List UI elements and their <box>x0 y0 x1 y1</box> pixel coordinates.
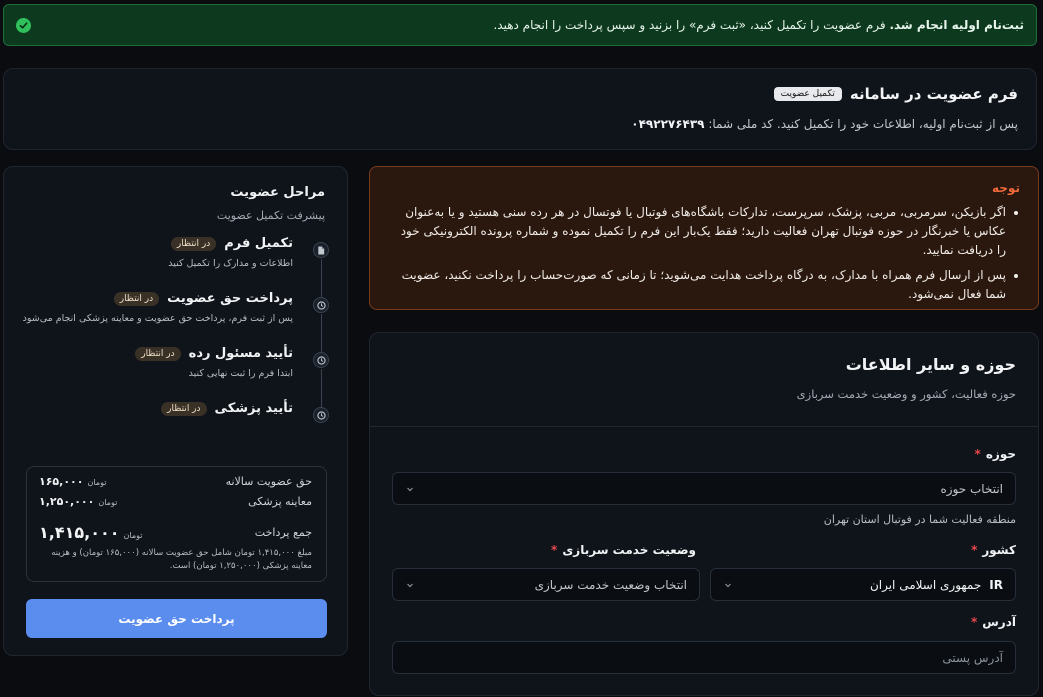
country-label: کشور * <box>971 543 1016 557</box>
annual-fee-row: حق عضویت سالانه ۱۶۵,۰۰۰ تومان <box>39 475 312 488</box>
payment-note: مبلغ ۱,۴۱۵,۰۰۰ تومان شامل حق عضویت سالان… <box>51 548 312 571</box>
zone-hint: منطقه فعالیت شما در فوتبال استان تهران <box>823 513 1016 526</box>
annual-fee-amount: ۱۶۵,۰۰۰ تومان <box>39 475 106 488</box>
medical-fee-amount: ۱,۲۵۰,۰۰۰ تومان <box>39 495 117 508</box>
steps-subtitle: پیشرفت تکمیل عضویت <box>216 209 325 222</box>
country-code: IR <box>989 577 1003 592</box>
warning-title: توجه <box>992 181 1020 195</box>
steps-connector <box>321 369 322 411</box>
success-alert-message: فرم عضویت را تکمیل کنید، «ثبت فرم» را بز… <box>493 18 890 32</box>
clock-icon <box>313 407 329 423</box>
military-service-select[interactable]: انتخاب وضعیت خدمت سربازی <box>392 568 700 601</box>
zone-select-value: انتخاب حوزه <box>940 481 1003 496</box>
zone-label: حوزه * <box>975 447 1016 461</box>
warning-box: توجه اگر بازیکن، سرمربی، مربی، پزشک، سرپ… <box>369 166 1039 310</box>
steps-connector <box>321 314 322 356</box>
step-description: پس از ثبت فرم، پرداخت حق عضویت و معاینه … <box>22 313 293 324</box>
medical-fee-label: معاینه پزشکی <box>248 495 312 508</box>
currency-label: تومان <box>87 478 107 487</box>
success-alert: ثبت‌نام اولیه انجام شد. فرم عضویت را تکم… <box>3 4 1037 46</box>
status-badge: تکمیل عضویت <box>773 87 842 101</box>
step-status-badge: در انتظار <box>135 346 181 361</box>
military-select-value: انتخاب وضعیت خدمت سربازی <box>534 577 687 592</box>
chevron-down-icon <box>405 579 415 593</box>
country-label-text: کشور <box>982 543 1016 557</box>
steps-connector <box>321 259 322 301</box>
chevron-down-icon <box>405 483 415 497</box>
required-mark: * <box>974 447 981 461</box>
warning-list: اگر بازیکن، سرمربی، مربی، پزشک، سرپرست، … <box>392 203 1020 304</box>
membership-steps-panel: مراحل عضویت پیشرفت تکمیل عضویت تکمیل فرم… <box>3 166 348 656</box>
step-status-badge: در انتظار <box>113 291 160 306</box>
step-description: ابتدا فرم را ثبت نهایی کنید <box>188 368 293 379</box>
postal-address-input[interactable]: آدرس پستی <box>392 641 1016 674</box>
warning-item: اگر بازیکن، سرمربی، مربی، پزشک، سرپرست، … <box>392 203 1020 260</box>
page-title: فرم عضویت در سامانه <box>849 85 1018 103</box>
medical-fee-value: ۱,۲۵۰,۰۰۰ <box>39 495 95 508</box>
required-mark: * <box>551 543 558 557</box>
check-circle-icon <box>16 17 31 33</box>
steps-title: مراحل عضویت <box>230 185 325 200</box>
required-mark: * <box>970 615 978 629</box>
chevron-down-icon <box>723 579 733 593</box>
annual-fee-value: ۱۶۵,۰۰۰ <box>39 475 84 488</box>
divider <box>370 426 1038 427</box>
payment-summary: حق عضویت سالانه ۱۶۵,۰۰۰ تومان معاینه پزشک… <box>26 466 327 582</box>
total-amount: ۱,۴۱۵,۰۰۰ تومان <box>39 523 142 542</box>
step-name: تکمیل فرم <box>224 236 293 251</box>
total-label: جمع پرداخت <box>254 526 312 539</box>
form-section-subtitle: حوزه فعالیت، کشور و وضعیت خدمت سربازی <box>796 387 1016 401</box>
military-label-text: وضعیت خدمت سربازی <box>562 543 696 557</box>
medical-fee-row: معاینه پزشکی ۱,۲۵۰,۰۰۰ تومان <box>39 495 312 508</box>
address-label-text: آدرس <box>982 615 1016 629</box>
document-icon <box>313 242 329 258</box>
step-name: تأیید مسئول رده <box>188 346 293 361</box>
required-mark: * <box>971 543 978 557</box>
step-description: اطلاعات و مدارک را تکمیل کنید <box>168 258 293 269</box>
currency-label: تومان <box>123 531 143 540</box>
military-service-label: وضعیت خدمت سربازی * <box>551 543 696 557</box>
step-name: تأیید پزشکی <box>214 401 293 416</box>
annual-fee-label: حق عضویت سالانه <box>225 475 312 488</box>
zone-label-text: حوزه <box>985 447 1016 461</box>
form-header-card: فرم عضویت در سامانه تکمیل عضویت پس از ثب… <box>3 68 1037 150</box>
header-subtitle: پس از ثبت‌نام اولیه، اطلاعات خود را تکمی… <box>631 117 1018 131</box>
success-alert-bold: ثبت‌نام اولیه انجام شد. <box>889 18 1024 32</box>
national-code: ۰۴۹۲۲۷۶۴۳۹ <box>631 117 705 131</box>
country-select-value: جمهوری اسلامی ایران <box>869 577 982 592</box>
clock-icon <box>313 352 329 368</box>
success-alert-text: ثبت‌نام اولیه انجام شد. فرم عضویت را تکم… <box>31 18 1024 32</box>
header-subtitle-text: پس از ثبت‌نام اولیه، اطلاعات خود را تکمی… <box>708 117 1018 131</box>
total-row: جمع پرداخت ۱,۴۱۵,۰۰۰ تومان <box>39 523 312 542</box>
step-status-badge: در انتظار <box>170 236 217 251</box>
step-name: پرداخت حق عضویت <box>167 291 293 306</box>
zone-select[interactable]: انتخاب حوزه <box>392 472 1016 505</box>
zone-info-form: حوزه و سایر اطلاعات حوزه فعالیت، کشور و … <box>369 332 1039 696</box>
form-section-title: حوزه و سایر اطلاعات <box>845 355 1016 374</box>
country-select[interactable]: IR جمهوری اسلامی ایران <box>710 568 1016 601</box>
pay-membership-button[interactable]: پرداخت حق عضویت <box>26 599 327 638</box>
warning-item: پس از ارسال فرم همراه با مدارک، به درگاه… <box>392 266 1020 304</box>
postal-address-placeholder: آدرس پستی <box>942 650 1003 665</box>
address-label: آدرس * <box>971 615 1016 629</box>
currency-label: تومان <box>98 498 118 507</box>
total-value: ۱,۴۱۵,۰۰۰ <box>39 523 120 542</box>
clock-icon <box>313 297 329 313</box>
step-status-badge: در انتظار <box>161 401 207 416</box>
